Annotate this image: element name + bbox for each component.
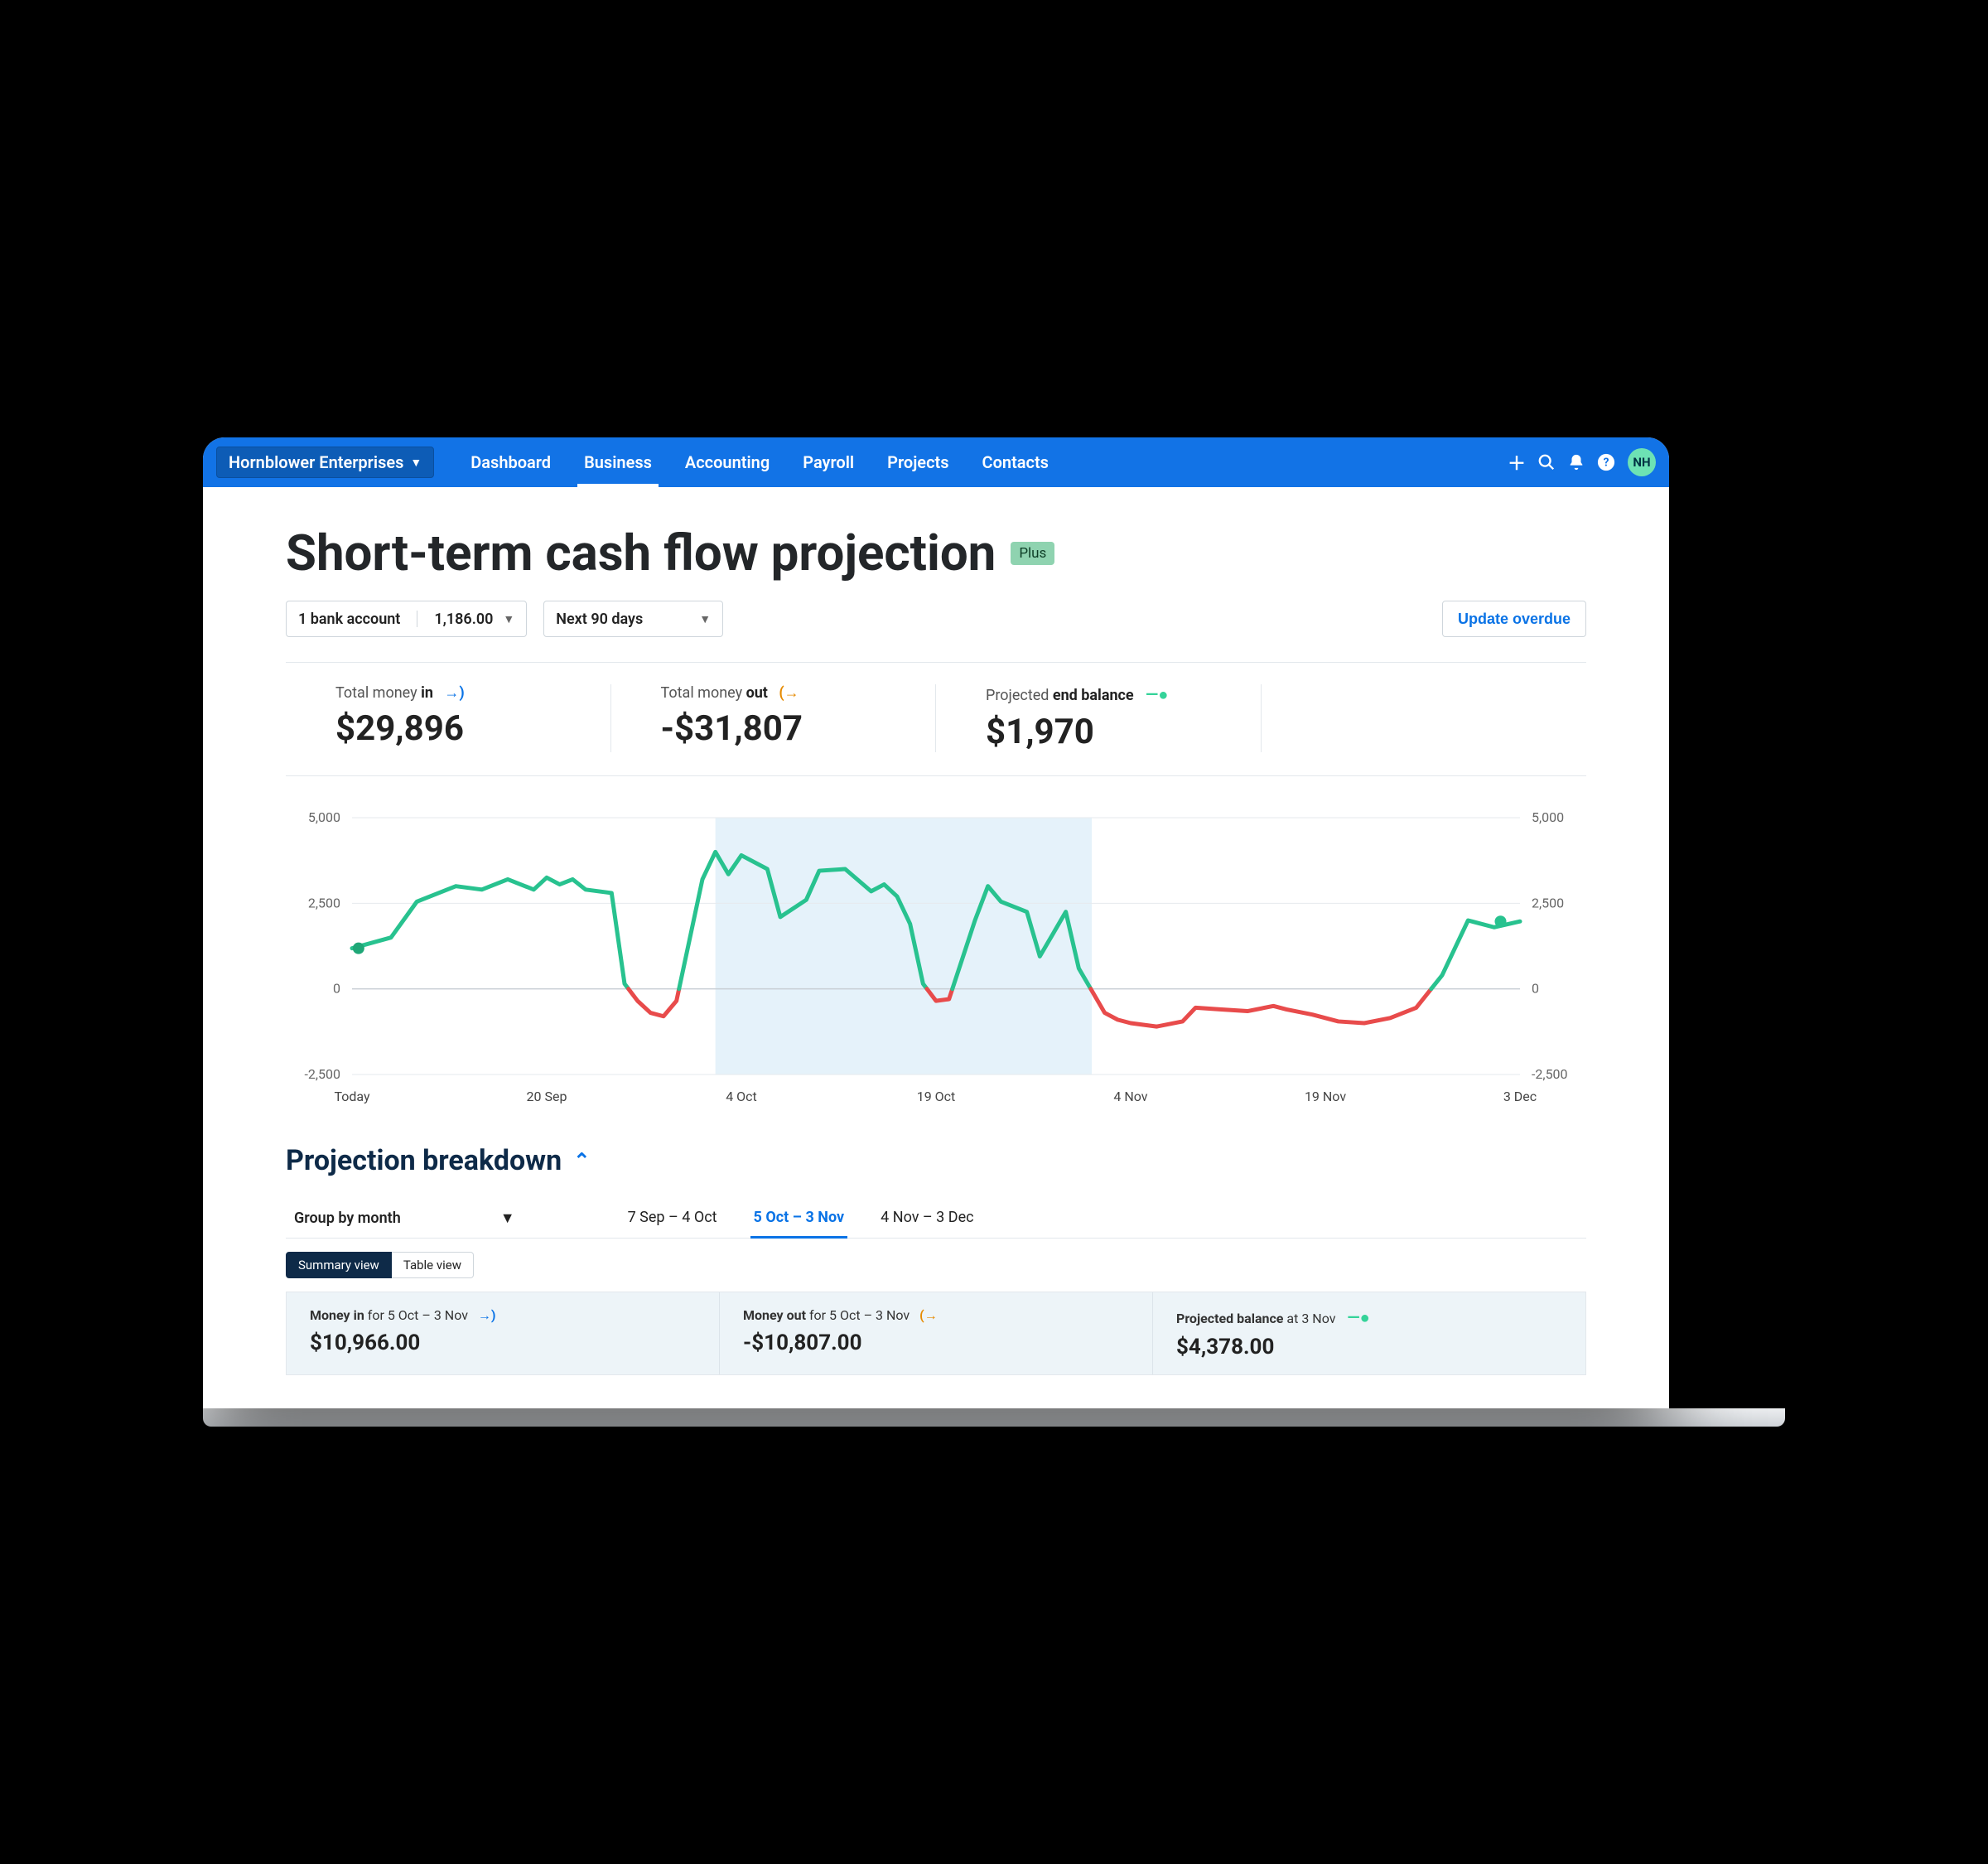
chevron-up-icon: ⌃ (573, 1149, 590, 1172)
update-overdue-button[interactable]: Update overdue (1442, 601, 1586, 637)
card-money-in: Total money in →) $29,896 (286, 684, 611, 752)
nav-accounting[interactable]: Accounting (668, 437, 786, 487)
svg-text:Today: Today (334, 1089, 370, 1104)
org-switcher[interactable]: Hornblower Enterprises ▼ (216, 447, 434, 478)
svg-text:-2,500: -2,500 (304, 1066, 340, 1082)
svg-text:3 Dec: 3 Dec (1503, 1089, 1537, 1104)
chevron-down-icon: ▼ (500, 1210, 515, 1227)
svg-text:20 Sep: 20 Sep (527, 1089, 567, 1104)
summary-view-button[interactable]: Summary view (286, 1252, 392, 1278)
breakdown-money-in: Money in for 5 Oct – 3 Nov →) $10,966.00 (287, 1292, 720, 1374)
tab-range-2[interactable]: 4 Nov – 3 Dec (877, 1199, 977, 1238)
plus-icon[interactable]: ＋ (1502, 447, 1532, 477)
breakdown-toggle[interactable]: Projection breakdown ⌃ (286, 1144, 1586, 1177)
search-icon[interactable] (1532, 447, 1561, 477)
arrow-out-icon: (→ (913, 1307, 938, 1323)
help-icon[interactable]: ? (1591, 447, 1621, 477)
laptop-base (203, 1408, 1785, 1427)
bell-icon[interactable] (1561, 447, 1591, 477)
card-end-balance: Projected end balance —● $1,970 (936, 684, 1262, 752)
svg-text:2,500: 2,500 (1532, 895, 1564, 910)
svg-text:?: ? (1604, 456, 1609, 470)
svg-text:5,000: 5,000 (1532, 809, 1564, 825)
nav-projects[interactable]: Projects (871, 437, 965, 487)
tab-range-1[interactable]: 5 Oct – 3 Nov (750, 1199, 848, 1238)
total-money-out-value: -$31,807 (661, 708, 903, 749)
svg-text:19 Oct: 19 Oct (917, 1089, 956, 1104)
page-body: Short-term cash flow projection Plus 1 b… (203, 487, 1669, 1408)
app-window: Hornblower Enterprises ▼ Dashboard Busin… (203, 437, 1669, 1408)
tab-range-0[interactable]: 7 Sep – 4 Oct (625, 1199, 721, 1238)
top-nav: Hornblower Enterprises ▼ Dashboard Busin… (203, 437, 1669, 487)
svg-text:4 Nov: 4 Nov (1113, 1089, 1147, 1104)
svg-text:4 Oct: 4 Oct (726, 1089, 757, 1104)
svg-text:0: 0 (1532, 981, 1539, 997)
chevron-down-icon: ▼ (503, 612, 514, 626)
projection-chart[interactable]: 5,000 5,000 2,500 2,500 0 0 -2,500 -2,500 Today 2… (286, 809, 1586, 1108)
group-by-select[interactable]: Group by month ▼ (294, 1200, 515, 1237)
bank-account-select[interactable]: 1 bank account 1,186.00 ▼ (286, 601, 527, 637)
svg-text:2,500: 2,500 (308, 895, 340, 910)
chevron-down-icon: ▼ (699, 612, 711, 626)
page-title: Short-term cash flow projection (286, 524, 996, 582)
nav-payroll[interactable]: Payroll (786, 437, 871, 487)
breakdown-projected-balance: Projected balance at 3 Nov —● $4,378.00 (1153, 1292, 1585, 1374)
arrow-out-icon: (→ (771, 684, 799, 702)
svg-text:-2,500: -2,500 (1532, 1066, 1568, 1082)
svg-text:0: 0 (333, 981, 340, 997)
plan-badge: Plus (1011, 542, 1054, 565)
breakdown-tabs: Group by month ▼ 7 Sep – 4 Oct 5 Oct – 3… (286, 1199, 1586, 1239)
series-dot-icon: —● (1137, 684, 1168, 704)
summary-cards: Total money in →) $29,896 Total money ou… (286, 663, 1586, 776)
arrow-in-icon: →) (437, 684, 464, 702)
svg-text:5,000: 5,000 (308, 809, 340, 825)
table-view-button[interactable]: Table view (392, 1252, 474, 1278)
view-toggle: Summary view Table view (286, 1252, 1586, 1278)
svg-text:19 Nov: 19 Nov (1305, 1089, 1346, 1104)
nav-business[interactable]: Business (567, 437, 668, 487)
nav-contacts[interactable]: Contacts (966, 437, 1065, 487)
end-balance-value: $1,970 (986, 712, 1228, 752)
user-avatar[interactable]: NH (1628, 448, 1656, 476)
org-name: Hornblower Enterprises (229, 452, 403, 472)
card-money-out: Total money out (→ -$31,807 (611, 684, 937, 752)
nav-dashboard[interactable]: Dashboard (454, 437, 567, 487)
breakdown-money-out: Money out for 5 Oct – 3 Nov (→ -$10,807.… (720, 1292, 1153, 1374)
breakdown-summary: Money in for 5 Oct – 3 Nov →) $10,966.00… (286, 1292, 1586, 1375)
total-money-in-value: $29,896 (335, 708, 577, 749)
chevron-down-icon: ▼ (410, 456, 422, 470)
arrow-in-icon: →) (471, 1307, 496, 1323)
range-select[interactable]: Next 90 days ▼ (543, 601, 723, 637)
series-dot-icon: —● (1339, 1307, 1369, 1327)
